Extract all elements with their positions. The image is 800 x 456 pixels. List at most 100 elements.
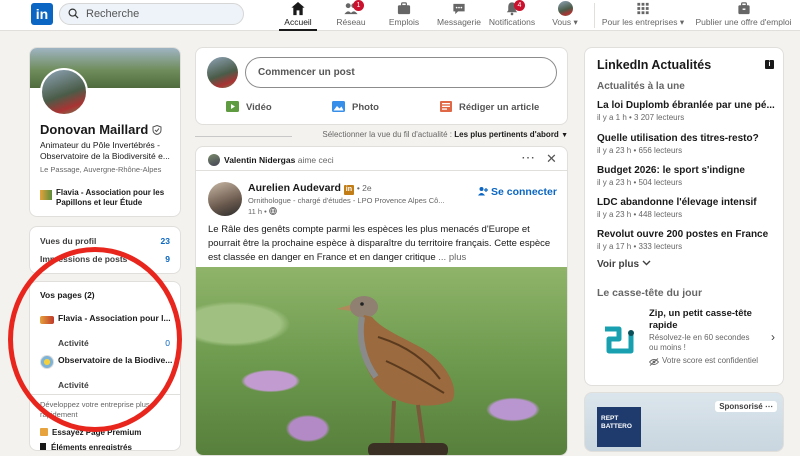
- stat-label: Impressions de posts: [40, 254, 128, 264]
- page-name: Flavia - Association pour l...: [58, 313, 171, 323]
- see-more-label: Voir plus: [597, 259, 640, 270]
- verified-shield-icon: [152, 124, 162, 136]
- network-badge: 1: [353, 0, 364, 11]
- write-article-button[interactable]: Rédiger un article: [440, 101, 539, 113]
- news-headline: LDC abandonne l'élevage intensif: [597, 197, 757, 208]
- sort-divider: [195, 136, 292, 137]
- profile-avatar[interactable]: [40, 68, 88, 116]
- nav-jobs[interactable]: Emplois: [387, 0, 421, 31]
- nav-notifications[interactable]: 4 Notifications: [486, 0, 538, 31]
- author-line[interactable]: Aurelien Audevard in • 2e: [248, 182, 372, 195]
- nav-messaging[interactable]: Messagerie: [436, 0, 482, 31]
- news-headline: Quelle utilisation des titres-resto?: [597, 133, 759, 144]
- page-activity-label: Activité: [58, 380, 89, 390]
- author-avatar[interactable]: [208, 182, 242, 216]
- photo-label: Photo: [352, 102, 379, 113]
- see-more-link[interactable]: ... plus: [438, 252, 466, 263]
- ad-more-icon[interactable]: ⋯: [765, 402, 773, 411]
- nav-home[interactable]: Accueil: [279, 0, 317, 31]
- nav-jobs-label: Emplois: [388, 17, 420, 27]
- nav-messaging-label: Messagerie: [437, 17, 481, 27]
- pages-title: Vos pages (2): [40, 290, 95, 300]
- stat-value: 9: [165, 254, 170, 264]
- globe-icon: [268, 207, 277, 215]
- nav-divider: [594, 3, 595, 28]
- news-item[interactable]: Budget 2026: le sport s'indigne il y a 23…: [597, 164, 775, 188]
- news-meta: il y a 23 h • 656 lecteurs: [597, 146, 683, 155]
- page-item-flavia[interactable]: Flavia - Association pour l... Activité …: [40, 313, 174, 348]
- news-item[interactable]: LDC abandonne l'élevage intensif il y a 2…: [597, 196, 775, 220]
- caret-down-icon: ▼: [561, 132, 568, 139]
- puzzle-name: Zip, un petit casse-tête rapide: [649, 308, 752, 331]
- news-meta: il y a 17 h • 333 lecteurs: [597, 242, 683, 251]
- nav-business[interactable]: Pour les entreprises ▾: [601, 0, 685, 31]
- nav-home-label: Accueil: [284, 17, 312, 27]
- premium-link[interactable]: Essayez Page Premium: [40, 428, 141, 437]
- article-label: Rédiger un article: [459, 102, 540, 113]
- search-placeholder: Recherche: [86, 8, 140, 20]
- see-more-news-button[interactable]: Voir plus: [597, 259, 651, 270]
- post-photo[interactable]: [196, 267, 567, 455]
- puzzle-desc: Résolvez-le en 60 secondes ou moins !: [649, 333, 750, 352]
- sponsored-text: Sponsorisé: [719, 402, 763, 411]
- news-item[interactable]: Quelle utilisation des titres-resto? il y…: [597, 132, 775, 156]
- nav-network[interactable]: 1 Réseau: [334, 0, 368, 31]
- nav-notifications-label: Notifications: [488, 17, 536, 27]
- message-icon: [453, 3, 465, 15]
- divider: [30, 394, 180, 395]
- grid-icon: [637, 2, 649, 15]
- eye-slash-icon: [649, 358, 659, 366]
- flavia-logo: [40, 190, 52, 200]
- profile-card: Donovan Maillard Animateur du Pôle Inver…: [29, 47, 181, 217]
- stat-profile-views[interactable]: Vues du profil 23: [40, 236, 170, 246]
- flavia-page-logo: [40, 316, 54, 324]
- author-headline: Ornithologue - chargé d'études - LPO Pro…: [248, 196, 445, 205]
- top-nav: in Recherche Accueil 1 Réseau Emplois Me…: [0, 0, 800, 31]
- info-icon[interactable]: i: [765, 60, 774, 69]
- puzzle-title: Le casse-tête du jour: [597, 287, 703, 299]
- profile-location: Le Passage, Auvergne-Rhône-Alpes: [40, 165, 162, 174]
- profile-name[interactable]: Donovan Maillard: [40, 122, 162, 137]
- sponsored-ad-card[interactable]: REPT BATTERO Sponsorisé ⋯: [584, 392, 784, 452]
- sort-value: Les plus pertinents d'abord: [454, 130, 559, 139]
- article-icon: [440, 101, 452, 112]
- page-item-observatoire[interactable]: Observatoire de la Biodive... Activité 0: [40, 355, 174, 390]
- video-button[interactable]: Vidéo: [226, 101, 272, 113]
- saved-items-link[interactable]: Éléments enregistrés: [40, 443, 132, 451]
- photo-button[interactable]: Photo: [332, 101, 379, 113]
- close-icon[interactable]: ✕: [546, 151, 557, 167]
- observatoire-page-logo: [40, 355, 54, 369]
- profile-headline: Animateur du Pôle Invertébrés - Observat…: [40, 140, 170, 161]
- news-subtitle: Actualités à la une: [597, 81, 685, 92]
- feed-post: Valentin Nidergas aime ceci ⋯ ✕ Aurelien…: [195, 146, 568, 456]
- sort-prefix: Sélectionner la vue du fil d'actualité :: [322, 130, 452, 139]
- liker-name[interactable]: Valentin Nidergas: [224, 155, 295, 165]
- news-meta: il y a 1 h • 3 207 lecteurs: [597, 113, 685, 122]
- job-post-icon: [737, 2, 750, 15]
- nav-post-job-label: Publier une offre d'emploi: [695, 17, 792, 27]
- chevron-right-icon[interactable]: ›: [771, 330, 775, 344]
- connect-button[interactable]: Se connecter: [478, 186, 557, 198]
- page-activity-count: 0: [165, 380, 170, 390]
- start-post-input[interactable]: Commencer un post: [245, 57, 557, 88]
- home-icon: [291, 1, 305, 16]
- zip-puzzle-item[interactable]: Zip, un petit casse-tête rapide Résolvez…: [597, 308, 777, 378]
- news-meta: il y a 23 h • 448 lecteurs: [597, 210, 683, 219]
- linkedin-logo[interactable]: in: [31, 3, 53, 25]
- ad-brand-logo: REPT BATTERO: [597, 407, 641, 447]
- news-item[interactable]: Revolut ouvre 200 postes en France il y a…: [597, 228, 775, 252]
- feed-sort[interactable]: Sélectionner la vue du fil d'actualité :…: [195, 130, 568, 142]
- nav-post-job[interactable]: Publier une offre d'emploi: [687, 0, 800, 31]
- stat-post-impressions[interactable]: Impressions de posts 9: [40, 254, 170, 264]
- more-options-icon[interactable]: ⋯: [521, 149, 535, 166]
- pages-card: Vos pages (2) Flavia - Association pour …: [29, 281, 181, 451]
- news-item[interactable]: La loi Duplomb ébranlée par une pé... il …: [597, 99, 775, 123]
- post-composer: Commencer un post Vidéo Photo Rédiger un…: [195, 47, 568, 125]
- search-input[interactable]: Recherche: [59, 3, 244, 25]
- nav-network-label: Réseau: [336, 17, 366, 27]
- nav-me[interactable]: Vous ▾: [548, 0, 582, 31]
- saved-items-label: Éléments enregistrés: [51, 443, 132, 451]
- video-icon: [226, 101, 239, 112]
- search-icon: [68, 8, 79, 19]
- premium-icon: [40, 428, 48, 436]
